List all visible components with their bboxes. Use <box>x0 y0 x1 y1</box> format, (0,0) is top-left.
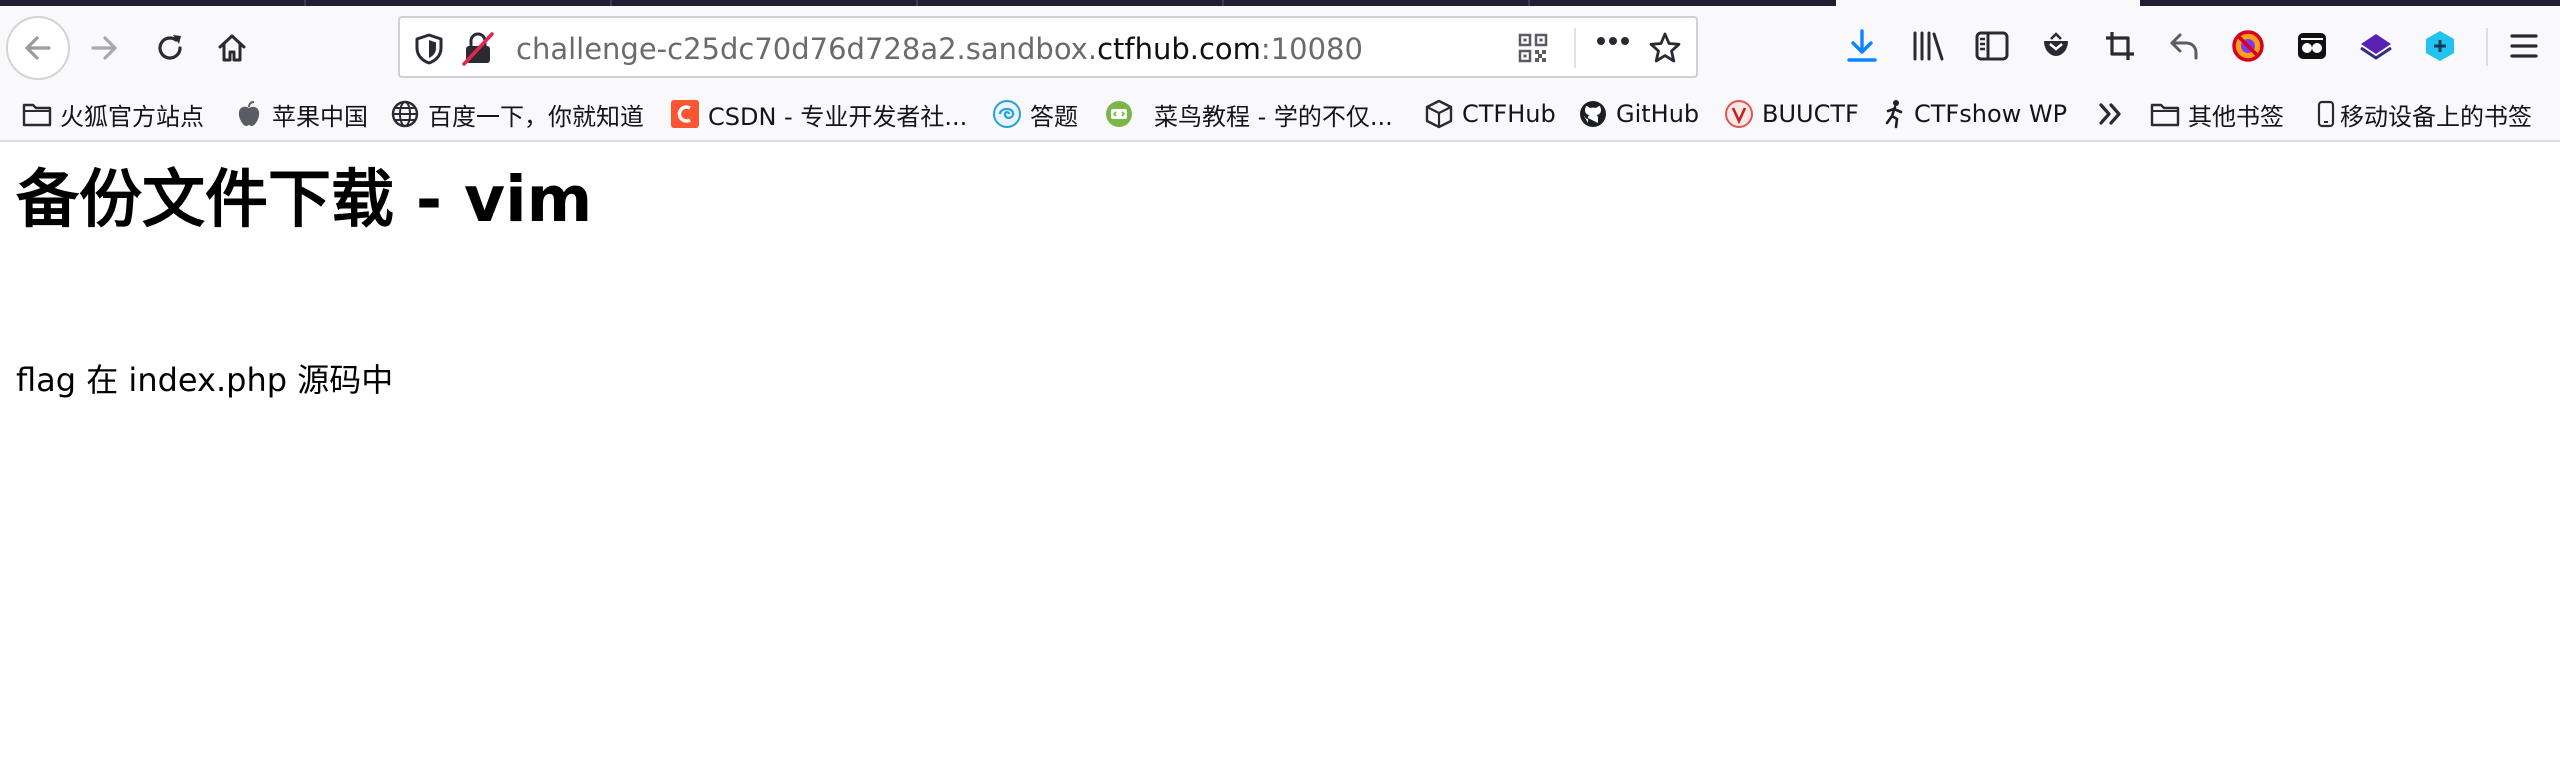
page-body-text: flag 在 index.php 源码中 <box>16 361 394 399</box>
home-icon <box>218 34 246 62</box>
bookmark-label: BUUCTF <box>1762 100 1859 128</box>
bookmark-label: CTFHub <box>1462 100 1556 128</box>
layers-extension-button[interactable] <box>2356 26 2396 66</box>
url-host: ctfhub.com <box>1097 32 1261 66</box>
page-actions-more-icon[interactable] <box>1596 36 1630 46</box>
extension-blocked-button[interactable] <box>2228 26 2268 66</box>
home-button[interactable] <box>208 24 256 72</box>
bookmark-label: 其他书签 <box>2188 102 2284 131</box>
hexagon-extension-icon <box>2426 31 2454 61</box>
bookmark-item[interactable]: CTFHub <box>1424 88 1556 140</box>
other-bookmarks-folder[interactable]: 其他书签 <box>2150 88 2284 140</box>
bookmark-item[interactable]: CTFshow WP <box>1884 88 2067 140</box>
qr-code-icon[interactable] <box>1518 33 1548 63</box>
bookmark-label: 苹果中国 <box>272 102 368 131</box>
library-button[interactable] <box>1908 26 1948 66</box>
insecure-lock-icon[interactable] <box>462 32 494 66</box>
arrow-right-icon <box>91 36 117 60</box>
bookmark-item[interactable]: 百度一下，你就知道 <box>390 88 644 140</box>
bookmarks-toolbar: 火狐官方站点 苹果中国 百度一下，你就知道 CSDN - 专业开发者社... 答… <box>0 88 2560 142</box>
forward-button[interactable] <box>80 24 128 72</box>
github-icon <box>1578 99 1608 129</box>
bookmark-label: 菜鸟教程 - 学的不仅... <box>1154 102 1393 131</box>
bookmark-item[interactable]: CSDN - 专业开发者社... <box>670 88 967 140</box>
toolbar-separator <box>2486 28 2488 66</box>
sidebar-button[interactable] <box>1972 26 2012 66</box>
chevron-double-right-icon <box>2096 99 2126 129</box>
reload-button[interactable] <box>146 24 194 72</box>
screenshot-crop-icon <box>2106 32 2134 60</box>
undo-arrow-icon <box>2170 33 2198 60</box>
url-bar[interactable]: challenge-c25dc70d76d728a2.sandbox.ctfhu… <box>398 16 1698 78</box>
buuctf-icon <box>1724 99 1754 129</box>
back-button[interactable] <box>6 16 70 80</box>
bookmark-label: 火狐官方站点 <box>60 102 204 131</box>
extension-button[interactable] <box>2292 26 2332 66</box>
reload-icon <box>158 35 182 60</box>
url-prefix: challenge-c25dc70d76d728a2.sandbox. <box>516 32 1098 66</box>
screenshot-button[interactable] <box>2100 26 2140 66</box>
bookmark-label: GitHub <box>1616 100 1700 128</box>
layers-extension-icon <box>2360 34 2392 60</box>
swirl-icon <box>992 99 1022 129</box>
mobile-phone-icon <box>2316 99 2336 129</box>
bookmark-item[interactable]: BUUCTF <box>1724 88 1859 140</box>
bookmark-item[interactable]: 苹果中国 <box>234 88 368 140</box>
bookmark-item[interactable]: 菜鸟教程 - 学的不仅... <box>1104 88 1393 140</box>
menu-button[interactable] <box>2504 26 2544 66</box>
bookmark-star-icon[interactable] <box>1648 31 1682 65</box>
bookmark-item[interactable]: 火狐官方站点 <box>22 88 204 140</box>
download-icon <box>1847 29 1877 62</box>
arrow-left-icon <box>25 36 51 60</box>
bookmark-label: CTFshow WP <box>1914 100 2068 128</box>
page-heading: 备份文件下载 - vim <box>16 163 593 236</box>
undo-button[interactable] <box>2164 26 2204 66</box>
downloads-button[interactable] <box>1842 26 1882 66</box>
runoob-icon <box>1104 99 1134 129</box>
pocket-button[interactable] <box>2036 26 2076 66</box>
navigation-toolbar: challenge-c25dc70d76d728a2.sandbox.ctfhu… <box>0 6 2560 88</box>
bookmark-label: 答题 <box>1030 102 1078 131</box>
hexagon-extension-button[interactable] <box>2420 26 2460 66</box>
bookmark-item[interactable]: 答题 <box>992 88 1078 140</box>
csdn-icon <box>670 99 700 129</box>
mobile-bookmarks-folder[interactable]: 移动设备上的书签 <box>2316 88 2532 140</box>
runner-icon <box>1884 99 1906 129</box>
blocked-extension-icon <box>2232 30 2264 62</box>
page-content: 备份文件下载 - vim flag 在 index.php 源码中 <box>0 142 2560 758</box>
extension-icon <box>2298 33 2326 59</box>
menu-icon <box>2510 34 2538 58</box>
bookmark-label: 移动设备上的书签 <box>2340 102 2532 131</box>
bookmarks-overflow-button[interactable] <box>2096 88 2134 140</box>
globe-icon <box>390 99 420 129</box>
url-bar-divider <box>1574 28 1576 68</box>
folder-icon <box>2150 99 2180 129</box>
apple-icon <box>234 99 264 129</box>
folder-icon <box>22 99 52 129</box>
bookmark-item[interactable]: GitHub <box>1578 88 1699 140</box>
tracking-shield-icon[interactable] <box>414 33 444 65</box>
pocket-icon <box>2044 32 2068 56</box>
bookmark-label: 百度一下，你就知道 <box>428 102 644 131</box>
url-port: :10080 <box>1260 32 1363 66</box>
bookmark-label: CSDN - 专业开发者社... <box>708 102 968 131</box>
library-icon <box>1913 31 1944 61</box>
url-text[interactable]: challenge-c25dc70d76d728a2.sandbox.ctfhu… <box>516 32 1363 66</box>
sidebar-icon <box>1975 31 2009 61</box>
cube-icon <box>1424 99 1454 129</box>
